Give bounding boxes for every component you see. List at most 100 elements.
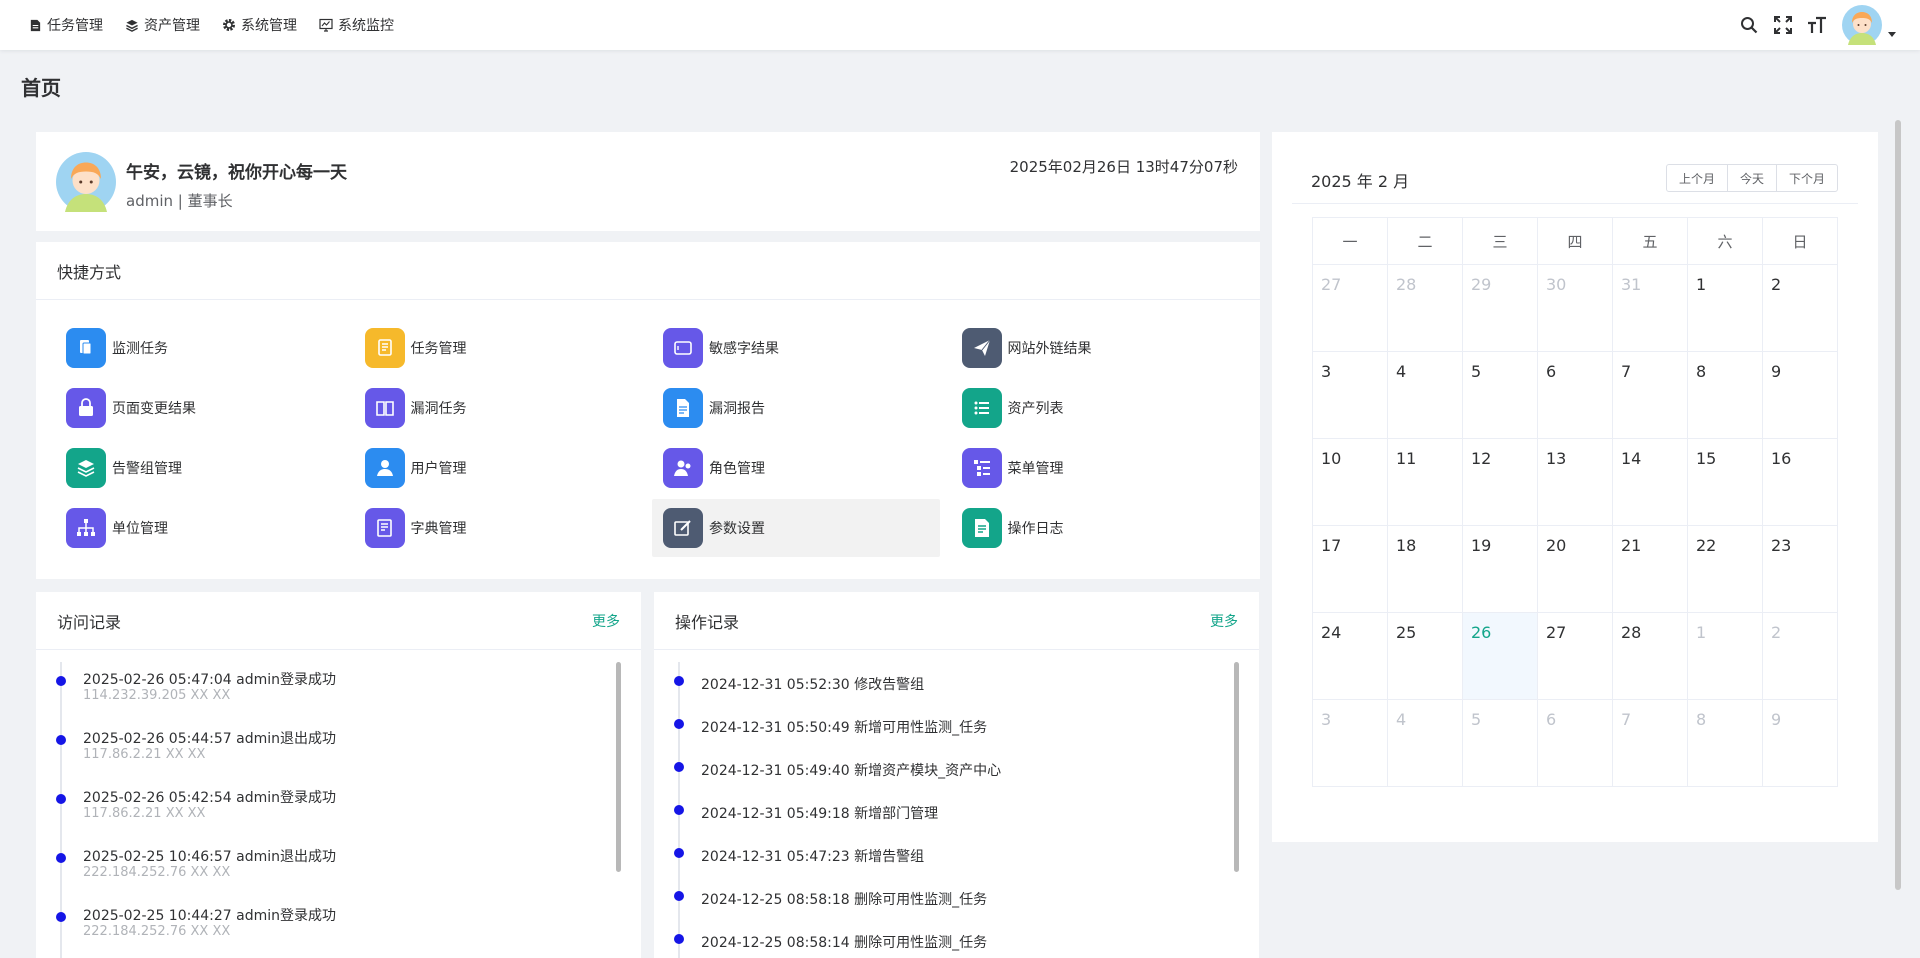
menu-system-management[interactable]: 系统管理 xyxy=(211,0,308,50)
shortcut-label: 菜单管理 xyxy=(1007,461,1064,477)
calendar-day[interactable]: 17 xyxy=(1312,525,1388,613)
shortcut-label: 角色管理 xyxy=(709,461,765,477)
shortcut-item[interactable]: 菜单管理 xyxy=(951,439,1239,497)
menu-label: 任务管理 xyxy=(47,18,103,34)
shortcut-item[interactable]: 告警组管理 xyxy=(55,439,343,497)
calendar-day[interactable]: 13 xyxy=(1537,438,1613,526)
operation-records-header: 操作记录 更多 xyxy=(654,592,1259,650)
calendar-day[interactable]: 3 xyxy=(1312,699,1388,787)
calendar-day[interactable]: 23 xyxy=(1762,525,1838,613)
calendar-day[interactable]: 2 xyxy=(1762,612,1838,700)
top-navbar: 任务管理 资产管理 系统管理 系统监控 xyxy=(0,0,1920,50)
shortcut-item[interactable]: 资产列表 xyxy=(951,379,1239,437)
weekday-header: 日 xyxy=(1762,217,1838,265)
calendar-day[interactable]: 5 xyxy=(1462,351,1538,439)
shortcut-item[interactable]: 页面变更结果 xyxy=(55,379,343,437)
avatar xyxy=(1842,5,1882,45)
calendar-day[interactable]: 30 xyxy=(1537,264,1613,352)
calendar-day[interactable]: 9 xyxy=(1762,351,1838,439)
shortcut-label: 漏洞报告 xyxy=(709,401,765,417)
menu-task-management[interactable]: 任务管理 xyxy=(18,0,114,50)
fullscreen-button[interactable] xyxy=(1766,0,1800,50)
calendar-day[interactable]: 21 xyxy=(1612,525,1688,613)
page-scrollbar[interactable] xyxy=(1895,120,1901,890)
search-button[interactable] xyxy=(1732,0,1766,50)
operation-record-text: 2024-12-31 05:50:49 新增可用性监测_任务 xyxy=(701,720,988,736)
menu-asset-management[interactable]: 资产管理 xyxy=(114,0,211,50)
calendar-day[interactable]: 14 xyxy=(1612,438,1688,526)
shortcut-item[interactable]: 单位管理 xyxy=(55,499,343,557)
calendar-day[interactable]: 7 xyxy=(1612,699,1688,787)
calendar-day[interactable]: 10 xyxy=(1312,438,1388,526)
font-size-button[interactable] xyxy=(1800,0,1834,50)
shortcut-item[interactable]: 参数设置 xyxy=(652,499,940,557)
calendar-day[interactable]: 29 xyxy=(1462,264,1538,352)
calendar-day[interactable]: 8 xyxy=(1687,351,1763,439)
visit-list-scrollbar[interactable] xyxy=(616,662,621,872)
shortcut-item[interactable]: 网站外链结果 xyxy=(951,319,1239,377)
calendar-day[interactable]: 27 xyxy=(1537,612,1613,700)
calendar-day[interactable]: 28 xyxy=(1387,264,1463,352)
calendar-day[interactable]: 4 xyxy=(1387,699,1463,787)
calendar-day[interactable]: 9 xyxy=(1762,699,1838,787)
next-month-button[interactable]: 下个月 xyxy=(1775,164,1838,192)
calendar-day[interactable]: 22 xyxy=(1687,525,1763,613)
calendar-day[interactable]: 7 xyxy=(1612,351,1688,439)
shortcut-item[interactable]: 字典管理 xyxy=(354,499,642,557)
shortcut-item[interactable]: 角色管理 xyxy=(652,439,940,497)
visit-records-more-link[interactable]: 更多 xyxy=(592,611,620,631)
calendar-day[interactable]: 6 xyxy=(1537,351,1613,439)
timeline-dot xyxy=(56,912,66,922)
calendar-day[interactable]: 28 xyxy=(1612,612,1688,700)
shortcut-label: 页面变更结果 xyxy=(112,401,196,417)
timeline-dot xyxy=(674,719,684,729)
operation-list-scrollbar[interactable] xyxy=(1234,662,1239,872)
visit-records-header: 访问记录 更多 xyxy=(36,592,641,650)
calendar-day[interactable]: 25 xyxy=(1387,612,1463,700)
prev-month-button[interactable]: 上个月 xyxy=(1665,164,1728,192)
dictionary-icon xyxy=(364,508,405,548)
calendar-day[interactable]: 1 xyxy=(1687,264,1763,352)
operation-records-title: 操作记录 xyxy=(675,612,740,632)
calendar-day[interactable]: 2 xyxy=(1762,264,1838,352)
shortcut-item[interactable]: 监测任务 xyxy=(55,319,343,377)
menu-tree-icon xyxy=(961,448,1002,488)
shortcut-label: 敏感字结果 xyxy=(709,341,779,357)
calendar-day[interactable]: 16 xyxy=(1762,438,1838,526)
calendar-day[interactable]: 3 xyxy=(1312,351,1388,439)
document-icon xyxy=(663,388,703,428)
shortcut-item[interactable]: 敏感字结果 xyxy=(652,319,940,377)
calendar-day[interactable]: 6 xyxy=(1537,699,1613,787)
menu-system-monitor[interactable]: 系统监控 xyxy=(308,0,405,50)
calendar-day[interactable]: 1 xyxy=(1687,612,1763,700)
calendar-day[interactable]: 12 xyxy=(1462,438,1538,526)
shortcut-item[interactable]: 操作日志 xyxy=(951,499,1239,557)
calendar-day[interactable]: 15 xyxy=(1687,438,1763,526)
calendar-day[interactable]: 5 xyxy=(1462,699,1538,787)
calendar-day[interactable]: 11 xyxy=(1387,438,1463,526)
timeline-dot xyxy=(56,853,66,863)
shortcut-label: 网站外链结果 xyxy=(1007,341,1092,357)
shortcuts-card: 快捷方式 监测任务 任务管理 敏感字结果 网站外链结果 页面变更结果 漏洞任务 漏洞报告 资产… xyxy=(36,242,1260,579)
shortcut-item[interactable]: 漏洞任务 xyxy=(354,379,642,437)
timeline-dot xyxy=(674,676,684,686)
shortcut-item[interactable]: 用户管理 xyxy=(354,439,642,497)
calendar-day[interactable]: 20 xyxy=(1537,525,1613,613)
calendar-day[interactable]: 27 xyxy=(1312,264,1388,352)
calendar-day[interactable]: 18 xyxy=(1387,525,1463,613)
shortcut-item[interactable]: 漏洞报告 xyxy=(652,379,940,437)
operation-record-text: 2024-12-31 05:52:30 修改告警组 xyxy=(701,677,925,693)
calendar-day[interactable]: 24 xyxy=(1312,612,1388,700)
calendar-day[interactable]: 19 xyxy=(1462,525,1538,613)
timeline-dot xyxy=(56,676,66,686)
operation-records-more-link[interactable]: 更多 xyxy=(1210,611,1238,631)
calendar-day[interactable]: 4 xyxy=(1387,351,1463,439)
shortcut-item[interactable]: 任务管理 xyxy=(354,319,642,377)
timeline-dot xyxy=(56,735,66,745)
calendar-day[interactable]: 8 xyxy=(1687,699,1763,787)
calendar-day[interactable]: 26 xyxy=(1462,612,1538,700)
today-button[interactable]: 今天 xyxy=(1726,164,1777,192)
calendar-day[interactable]: 31 xyxy=(1612,264,1688,352)
shortcut-label: 操作日志 xyxy=(1007,521,1064,537)
user-avatar-dropdown[interactable] xyxy=(1842,5,1896,45)
